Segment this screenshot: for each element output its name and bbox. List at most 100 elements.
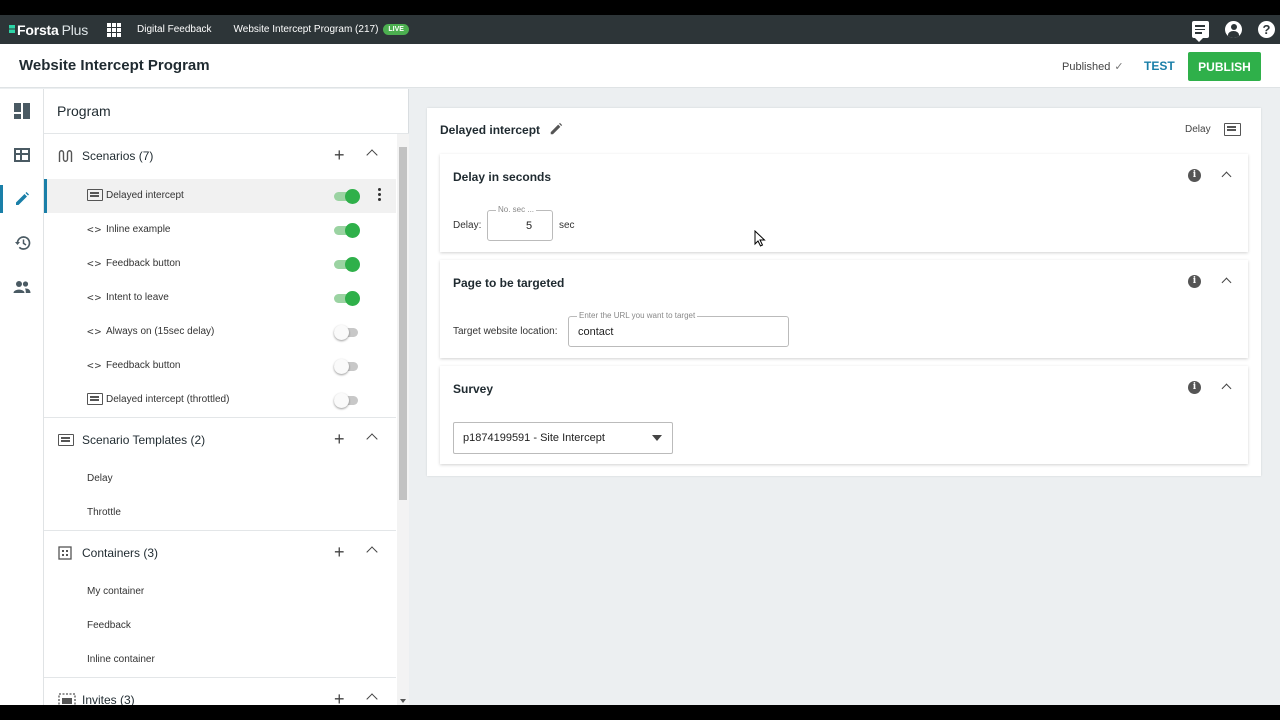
template-form-icon[interactable] [1224,123,1241,136]
chat-icon[interactable] [1192,21,1209,42]
template-item-throttle[interactable]: Throttle [44,496,396,530]
scenario-toggle[interactable] [334,223,360,238]
template-label: Delay [87,473,113,484]
scenario-label: Feedback button [106,258,181,269]
template-item-delay[interactable]: Delay [44,462,396,496]
breadcrumb-digital-feedback[interactable]: Digital Feedback [137,24,211,35]
collapse-chevron-icon[interactable] [1221,277,1232,288]
survey-select[interactable]: p1874199591 - Site Intercept [453,422,673,454]
app-window: Forsta Plus Digital Feedback Website Int… [0,15,1280,705]
info-icon[interactable]: i [1188,169,1201,182]
target-url-input[interactable] [569,317,788,346]
scroll-down-arrow-icon[interactable] [400,699,406,703]
dropdown-arrow-icon [652,435,662,441]
scenario-item-feedback-button-2[interactable]: <> Feedback button [44,349,396,383]
scenario-label: Delayed intercept (throttled) [106,394,230,405]
live-badge: LIVE [383,24,409,35]
code-icon: <> [87,359,103,372]
bottom-letterbox [0,705,1280,720]
add-scenario-button[interactable]: + [334,146,345,164]
scenario-toggle[interactable] [334,189,360,204]
scenario-item-always-on[interactable]: <> Always on (15sec delay) [44,315,396,349]
breadcrumb-program[interactable]: Website Intercept Program (217) [234,24,379,35]
info-icon[interactable]: i [1188,275,1201,288]
page-section-title: Page to be targeted [453,276,565,290]
page-title: Website Intercept Program [19,57,210,74]
container-label: Feedback [87,620,131,631]
scenario-toggle[interactable] [334,257,360,272]
scenario-label: Inline example [106,224,171,235]
delay-unit: sec [559,220,575,231]
check-icon: ✓ [1114,61,1124,73]
delay-section: Delay in seconds i Delay: No. sec ... se… [440,154,1248,252]
section-containers[interactable]: Containers (3) + [44,530,396,575]
edit-name-icon[interactable] [549,122,563,136]
section-invites[interactable]: Invites (3) + [44,677,396,705]
apps-grid-icon[interactable] [107,22,122,37]
add-template-button[interactable]: + [334,430,345,448]
container-item[interactable]: Inline container [44,643,396,677]
survey-section-title: Survey [453,382,494,396]
scenario-toggle[interactable] [334,325,360,340]
scenario-item-delayed-intercept-throttled[interactable]: Delayed intercept (throttled) [44,383,396,417]
collapse-chevron-icon[interactable] [1221,383,1232,394]
collapse-chevron-icon[interactable] [366,433,378,445]
template-icon [58,434,74,446]
collapse-chevron-icon[interactable] [366,693,378,705]
delay-seconds-input[interactable] [488,211,552,240]
rail-users[interactable] [0,265,44,309]
scenario-label: Feedback button [106,360,181,371]
info-icon[interactable]: i [1188,381,1201,394]
panel-scrollbar[interactable] [397,134,409,705]
table-icon [14,148,30,162]
scenario-toggle[interactable] [334,291,360,306]
rail-edit[interactable] [0,177,44,221]
scenario-item-delayed-intercept[interactable]: Delayed intercept [44,179,396,213]
scrollbar-thumb[interactable] [399,147,407,500]
program-tree[interactable]: Scenarios (7) + Delayed intercept <> Inl… [44,134,396,705]
user-account-icon[interactable] [1225,21,1242,38]
container-icon [58,546,72,560]
scenario-editor-card: Delayed intercept Delay Delay in seconds… [427,108,1261,476]
people-icon [13,281,31,293]
forsta-logo[interactable]: Forsta Plus [9,22,88,38]
container-item[interactable]: My container [44,575,396,609]
scenario-toggle[interactable] [334,393,360,408]
section-templates[interactable]: Scenario Templates (2) + [44,417,396,462]
add-invite-button[interactable]: + [334,690,345,705]
test-button[interactable]: TEST [1144,59,1175,73]
scenario-item-intent-to-leave[interactable]: <> Intent to leave [44,281,396,315]
section-scenarios[interactable]: Scenarios (7) + [44,134,396,179]
delay-seconds-field[interactable]: No. sec ... [487,205,553,241]
help-icon[interactable]: ? [1258,21,1275,38]
history-icon [14,236,30,250]
survey-selected-value: p1874199591 - Site Intercept [463,432,605,444]
publish-status: Published ✓ [1062,60,1124,73]
section-containers-label: Containers (3) [82,546,159,560]
program-panel: Program Scenarios (7) + Delayed intercep… [44,89,409,705]
survey-section: Survey i p1874199591 - Site Intercept [440,366,1248,464]
rail-dashboard[interactable] [0,89,44,133]
container-item[interactable]: Feedback [44,609,396,643]
scenario-label: Delayed intercept [106,190,184,201]
scenario-toggle[interactable] [334,359,360,374]
mouse-cursor-icon [754,230,766,247]
template-label: Throttle [87,507,121,518]
publish-button[interactable]: PUBLISH [1188,52,1261,81]
form-icon [87,393,103,405]
scenario-item-inline-example[interactable]: <> Inline example [44,213,396,247]
delay-field-label: Delay: [453,220,482,231]
scenario-item-feedback-button[interactable]: <> Feedback button [44,247,396,281]
add-container-button[interactable]: + [334,543,345,561]
target-url-field[interactable]: Enter the URL you want to target [568,311,789,347]
delay-section-title: Delay in seconds [453,170,552,184]
collapse-chevron-icon[interactable] [366,546,378,558]
container-label: My container [87,586,145,597]
template-name: Delay [1185,124,1211,135]
rail-table[interactable] [0,133,44,177]
more-options-icon[interactable] [378,188,381,203]
section-invites-label: Invites (3) [82,693,135,705]
rail-history[interactable] [0,221,44,265]
collapse-chevron-icon[interactable] [1221,171,1232,182]
collapse-chevron-icon[interactable] [366,149,378,161]
